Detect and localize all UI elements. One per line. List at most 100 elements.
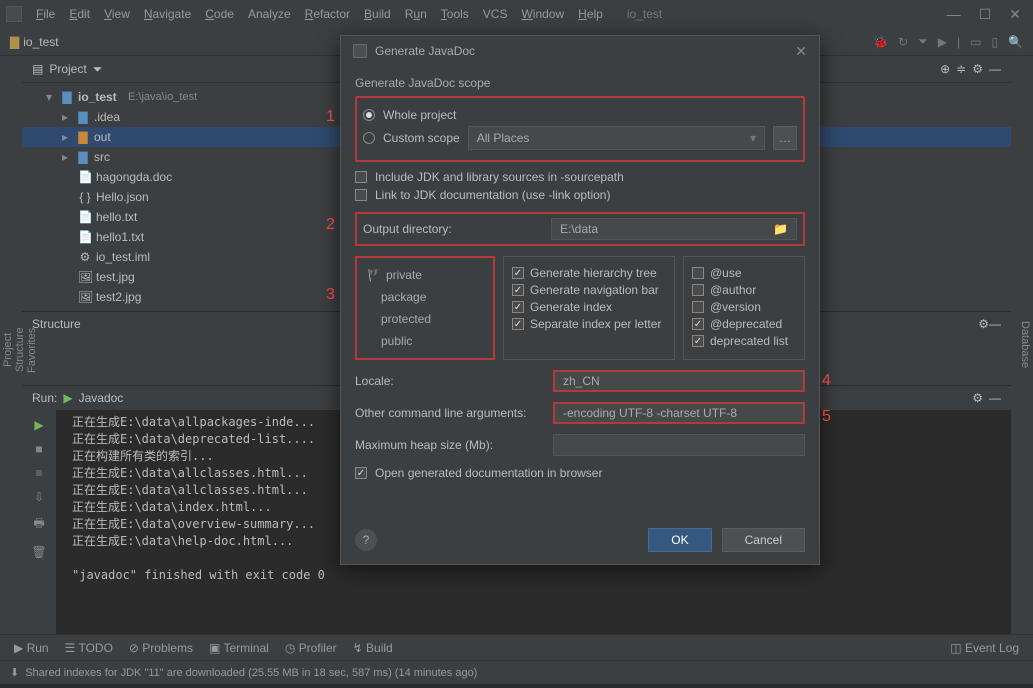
heap-input[interactable] bbox=[553, 434, 805, 456]
tree-label: Hello.json bbox=[96, 190, 149, 204]
menu-view[interactable]: View bbox=[98, 5, 136, 23]
bottom-run[interactable]: ▶ Run bbox=[14, 641, 49, 655]
menu-vcs[interactable]: VCS bbox=[477, 5, 514, 23]
chevron-down-icon: ▾ bbox=[750, 131, 756, 145]
other-args-input[interactable]: -encoding UTF-8 -charset UTF-8 bbox=[553, 402, 805, 424]
visibility-box: 🏴private package protected public bbox=[355, 256, 495, 360]
sync-icon[interactable]: ↻ bbox=[898, 35, 908, 49]
chevron-down-icon[interactable]: ⏷ bbox=[93, 62, 103, 77]
target-icon[interactable]: ⊕ bbox=[940, 62, 950, 76]
tag-author-checkbox[interactable] bbox=[692, 284, 704, 296]
dialog-title: Generate JavaDoc bbox=[375, 44, 475, 58]
gear-icon[interactable]: ⚙ bbox=[972, 391, 983, 405]
bottom-profiler[interactable]: ◷ Profiler bbox=[285, 641, 337, 655]
root-label: io_test bbox=[78, 90, 117, 104]
menu-analyze[interactable]: Analyze bbox=[242, 5, 297, 23]
menu-refactor[interactable]: Refactor bbox=[299, 5, 356, 23]
maximize-icon[interactable]: ☐ bbox=[979, 6, 992, 23]
bottom-problems[interactable]: ⊘ Problems bbox=[129, 641, 193, 655]
window-title: io_test bbox=[627, 7, 662, 21]
vis-private[interactable]: 🏴private bbox=[367, 264, 483, 286]
close-icon[interactable]: ✕ bbox=[1009, 6, 1021, 23]
include-jdk-checkbox[interactable] bbox=[355, 171, 367, 183]
hide-icon[interactable]: — bbox=[989, 62, 1001, 76]
scope-more-button[interactable]: … bbox=[773, 126, 797, 150]
hide-icon[interactable]: — bbox=[989, 317, 1001, 331]
sep: | bbox=[957, 35, 960, 49]
menu-file[interactable]: File bbox=[30, 5, 61, 23]
menu-help[interactable]: Help bbox=[572, 5, 609, 23]
output-directory-input[interactable]: E:\data📁 bbox=[551, 218, 797, 240]
locale-input[interactable]: zh_CN bbox=[553, 370, 805, 392]
breadcrumb[interactable]: io_test bbox=[23, 35, 58, 49]
annotation-4: 4 bbox=[822, 372, 831, 390]
vis-package[interactable]: package bbox=[367, 286, 483, 308]
menu-tools[interactable]: Tools bbox=[435, 5, 475, 23]
gutter-project[interactable]: Project bbox=[2, 74, 14, 626]
gen-index-checkbox[interactable] bbox=[512, 301, 524, 313]
gutter-structure[interactable]: Structure bbox=[14, 74, 26, 626]
bottom-todo[interactable]: ☰ TODO bbox=[65, 641, 113, 655]
menu-window[interactable]: Window bbox=[515, 5, 570, 23]
gen-sep-checkbox[interactable] bbox=[512, 318, 524, 330]
bottom-bar: ▶ Run ☰ TODO ⊘ Problems ▣ Terminal ◷ Pro… bbox=[0, 634, 1033, 660]
menu-navigate[interactable]: Navigate bbox=[138, 5, 197, 23]
scope-select[interactable]: All Places ▾ bbox=[468, 126, 765, 150]
gutter-database[interactable]: Database bbox=[1019, 64, 1031, 626]
app-icon bbox=[6, 6, 22, 22]
menu-build[interactable]: Build bbox=[358, 5, 397, 23]
left-gutter: Project Structure Favorites bbox=[0, 56, 22, 634]
whole-project-radio[interactable] bbox=[363, 109, 375, 121]
hide-icon[interactable]: — bbox=[989, 391, 1001, 405]
gen-sep-label: Separate index per letter bbox=[530, 317, 661, 331]
help-button[interactable]: ? bbox=[355, 529, 377, 551]
ok-button[interactable]: OK bbox=[648, 528, 711, 552]
run-config[interactable]: Javadoc bbox=[79, 391, 124, 405]
tag-use-checkbox[interactable] bbox=[692, 267, 704, 279]
minimize-icon[interactable]: — bbox=[947, 6, 961, 23]
tag-version-checkbox[interactable] bbox=[692, 301, 704, 313]
statusbar: ⬇ Shared indexes for JDK "11" are downlo… bbox=[0, 660, 1033, 684]
status-text: Shared indexes for JDK "11" are download… bbox=[25, 667, 477, 679]
root-path: E:\java\io_test bbox=[128, 91, 197, 103]
link-jdk-checkbox[interactable] bbox=[355, 189, 367, 201]
dialog-close-icon[interactable]: ✕ bbox=[795, 43, 807, 60]
link-jdk-label: Link to JDK documentation (use -link opt… bbox=[375, 188, 610, 202]
gen-nav-label: Generate navigation bar bbox=[530, 283, 659, 297]
gen-nav-checkbox[interactable] bbox=[512, 284, 524, 296]
window-icon[interactable]: ▭ bbox=[970, 35, 981, 49]
menu-run[interactable]: Run bbox=[399, 5, 433, 23]
open-browser-label: Open generated documentation in browser bbox=[375, 466, 602, 480]
vis-public[interactable]: public bbox=[367, 330, 483, 352]
dropdown-icon[interactable]: ⏷ bbox=[918, 34, 928, 49]
bottom-eventlog[interactable]: ◫ Event Log bbox=[950, 641, 1019, 655]
project-label[interactable]: Project bbox=[49, 62, 86, 76]
gear-icon[interactable]: ⚙ bbox=[972, 62, 983, 76]
cancel-button[interactable]: Cancel bbox=[722, 528, 805, 552]
scope-value: All Places bbox=[477, 131, 530, 145]
tree-label: test2.jpg bbox=[96, 290, 141, 304]
tag-deprecated-checkbox[interactable] bbox=[692, 318, 704, 330]
locale-value: zh_CN bbox=[563, 374, 600, 388]
bottom-terminal[interactable]: ▣ Terminal bbox=[209, 641, 269, 655]
gear-icon[interactable]: ⚙ bbox=[978, 317, 989, 331]
folder-icon[interactable]: 📁 bbox=[773, 222, 788, 236]
expand-icon[interactable]: ≑ bbox=[956, 62, 966, 76]
gutter-favorites[interactable]: Favorites bbox=[26, 74, 38, 626]
vis-protected[interactable]: protected bbox=[367, 308, 483, 330]
tag-deprecated-label: @deprecated bbox=[710, 317, 782, 331]
structure-label[interactable]: Structure bbox=[32, 317, 81, 331]
tag-deplist-checkbox[interactable] bbox=[692, 335, 704, 347]
tree-label: .idea bbox=[94, 110, 120, 124]
gen-hier-checkbox[interactable] bbox=[512, 267, 524, 279]
bottom-build[interactable]: ↯ Build bbox=[353, 641, 393, 655]
bug-icon[interactable]: 🐞 bbox=[873, 35, 888, 49]
custom-scope-radio[interactable] bbox=[363, 132, 375, 144]
search-icon[interactable]: 🔍 bbox=[1008, 35, 1023, 49]
open-browser-checkbox[interactable] bbox=[355, 467, 367, 479]
layout-icon[interactable]: ▯ bbox=[991, 35, 998, 49]
run-icon[interactable]: ▶ bbox=[938, 35, 947, 49]
menu-code[interactable]: Code bbox=[199, 5, 240, 23]
menu-edit[interactable]: Edit bbox=[63, 5, 96, 23]
output-directory-label: Output directory: bbox=[363, 222, 543, 236]
